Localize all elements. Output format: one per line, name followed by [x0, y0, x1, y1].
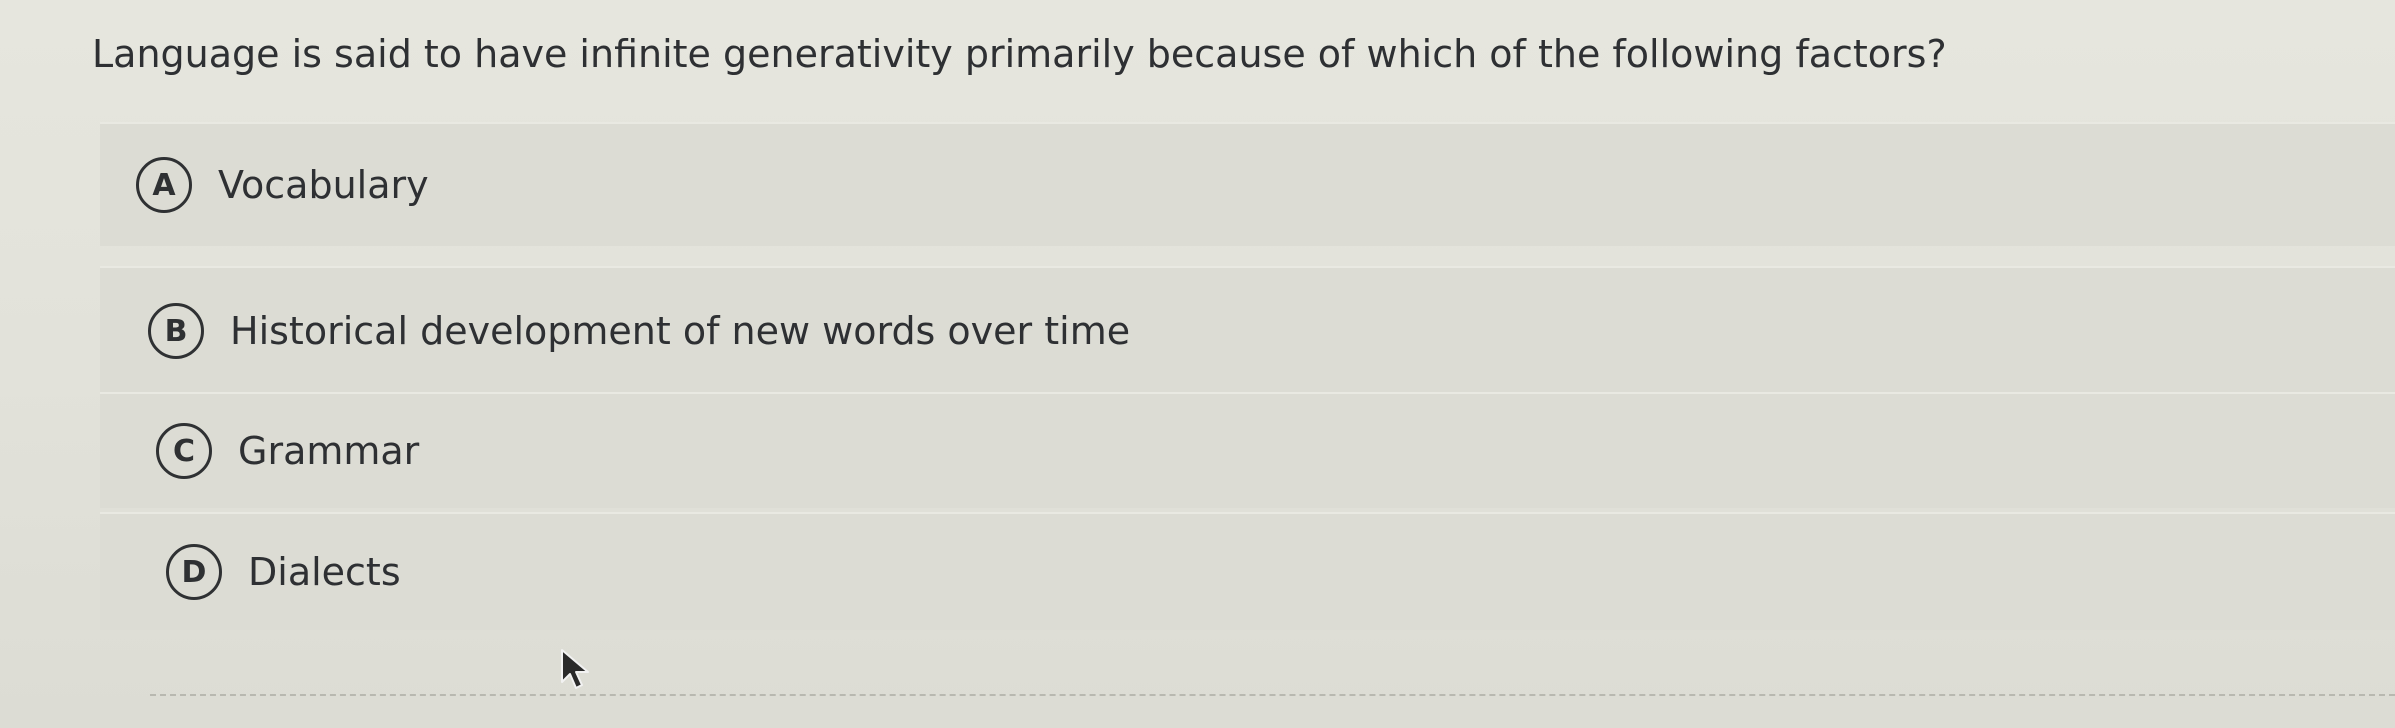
option-d-label: Dialects — [248, 550, 401, 594]
option-a-label: Vocabulary — [218, 163, 429, 207]
option-c-label: Grammar — [238, 429, 420, 473]
mouse-pointer-icon — [561, 649, 589, 689]
option-d[interactable]: D Dialects — [100, 512, 2395, 630]
option-b-label: Historical development of new words over… — [230, 309, 1131, 353]
option-a-letter-badge: A — [136, 157, 192, 213]
option-d-letter-badge: D — [166, 544, 222, 600]
option-c-letter-badge: C — [156, 423, 212, 479]
question-text: Language is said to have infinite genera… — [92, 32, 1947, 76]
dashed-divider — [150, 694, 2395, 696]
option-b[interactable]: B Historical development of new words ov… — [100, 266, 2395, 394]
option-c[interactable]: C Grammar — [100, 392, 2395, 508]
quiz-screen: Language is said to have infinite genera… — [0, 0, 2395, 728]
option-a[interactable]: A Vocabulary — [100, 122, 2395, 246]
option-b-letter-badge: B — [148, 303, 204, 359]
